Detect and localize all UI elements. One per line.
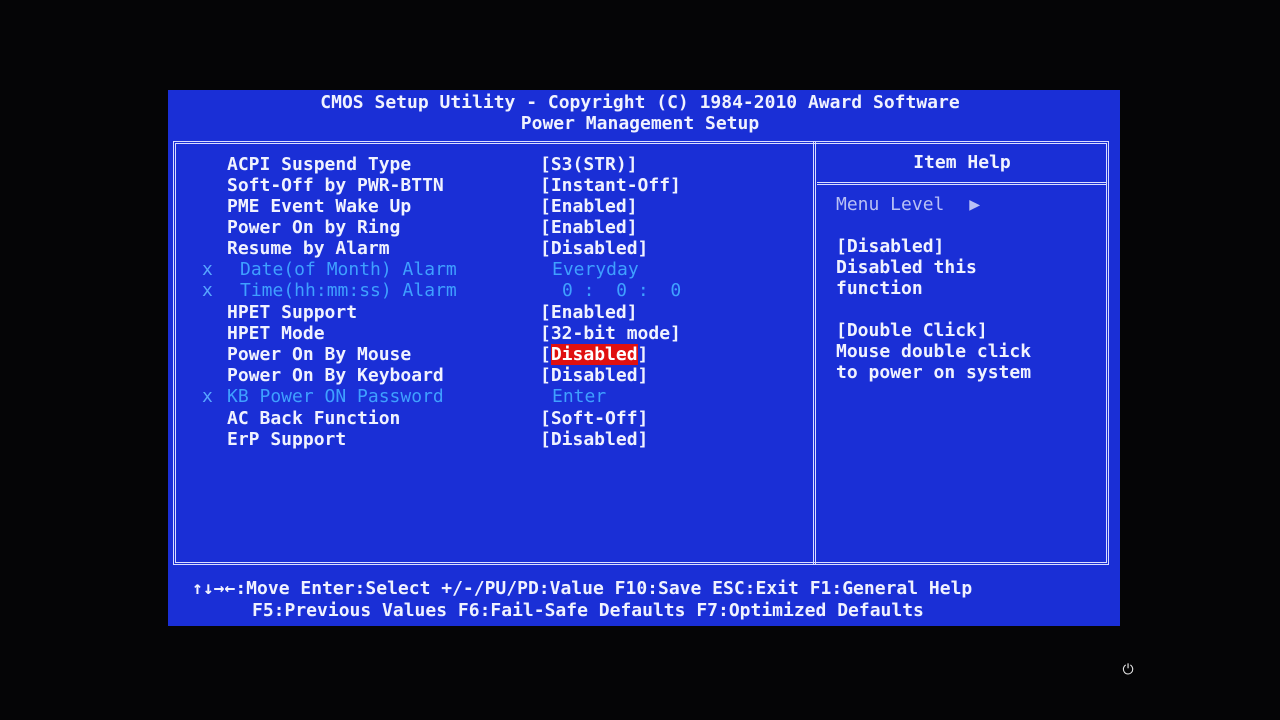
setting-label: HPET Mode [227,323,325,344]
setting-label: AC Back Function [227,408,401,429]
setting-value[interactable]: [Disabled] [540,365,648,386]
setting-label: Date(of Month) Alarm [240,259,457,280]
setting-label: Soft-Off by PWR-BTTN [227,175,444,196]
bios-header: CMOS Setup Utility - Copyright (C) 1984-… [168,90,1112,134]
help-divider [813,141,819,565]
setting-value: Everyday [552,259,639,280]
setting-label: HPET Support [227,302,358,323]
menu-level-label: Menu Level [836,194,945,215]
setting-value[interactable]: [Soft-Off] [540,408,648,429]
setting-value[interactable]: [Disabled] [540,238,648,259]
help-line-2: Disabled this [836,257,977,278]
setting-label: ACPI Suspend Type [227,154,412,175]
setting-label: Time(hh:mm:ss) Alarm [240,280,457,301]
setting-label: Power On By Keyboard [227,365,444,386]
help-title-separator [817,182,1107,186]
help-line-5: [Double Click] [836,320,988,341]
menu-level-arrow-icon: ▶ [969,194,981,215]
setting-label: Power On By Mouse [227,344,412,365]
value-bracket-open: [ [540,344,551,365]
setting-value[interactable]: [32-bit mode] [540,323,681,344]
setting-label: PME Event Wake Up [227,196,412,217]
setting-value: Enter [552,386,607,407]
setting-value[interactable]: [S3(STR)] [540,154,638,175]
menu-level: Menu Level ▶ [836,194,980,215]
value-bracket-close: ] [637,344,649,365]
setting-value[interactable]: [Disabled] [540,429,648,450]
setting-value[interactable]: [Enabled] [540,217,638,238]
setting-label: Resume by Alarm [227,238,390,259]
header-subtitle: Power Management Setup [520,113,760,134]
disabled-mark: x [202,386,213,407]
selected-value-highlight: Disabled [550,344,638,365]
setting-label: ErP Support [227,429,347,450]
item-help-title: Item Help [913,152,1011,173]
header-title: CMOS Setup Utility - Copyright (C) 1984-… [320,92,960,113]
bios-screen: CMOS Setup Utility - Copyright (C) 1984-… [168,90,1120,626]
setting-value[interactable]: [Enabled] [540,196,638,217]
power-icon: ⏻ [1122,662,1134,678]
setting-value[interactable]: [Enabled] [540,302,638,323]
footer-keys-line-1: ↑↓→←:Move Enter:Select +/-/PU/PD:Value F… [192,578,973,599]
help-line-7: to power on system [836,362,1032,383]
setting-label: Power On by Ring [227,217,401,238]
setting-value-selected[interactable]: [Disabled] [540,344,648,365]
disabled-mark: x [202,259,213,280]
setting-value[interactable]: [Instant-Off] [540,175,681,196]
setting-value: 0 : 0 : 0 [562,280,682,301]
help-line-1: [Disabled] [836,236,945,257]
help-line-3: function [836,278,923,299]
disabled-mark: x [202,280,213,301]
footer-keys-line-2: F5:Previous Values F6:Fail-Safe Defaults… [252,600,924,621]
setting-label: KB Power ON Password [227,386,444,407]
help-line-6: Mouse double click [836,341,1032,362]
